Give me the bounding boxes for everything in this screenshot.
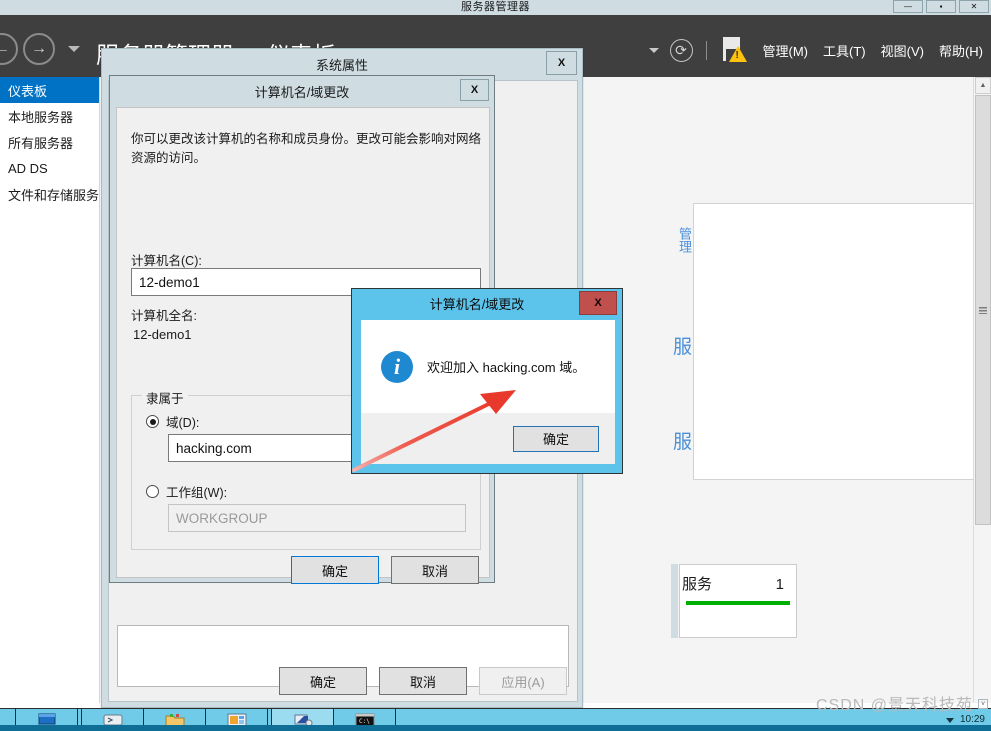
vertical-scrollbar[interactable]: ▲ [973, 77, 991, 703]
computer-name-description: 你可以更改该计算机的名称和成员身份。更改可能会影响对网络资源的访问。 [131, 132, 482, 166]
member-of-legend: 隶属于 [142, 388, 188, 407]
message-box-text: 欢迎加入 hacking.com 域。 [427, 360, 586, 375]
scrollbar-thumb[interactable] [975, 95, 991, 525]
sidebar-item-label: 仪表板 [8, 83, 48, 99]
dashboard-panel: 隐藏 [693, 203, 991, 480]
sidebar-item-all-servers[interactable]: 所有服务器 [0, 129, 99, 155]
sidebar-item-file-storage-services[interactable]: 文件和存储服务 [0, 181, 99, 207]
menu-view[interactable]: 视图(V) [881, 41, 924, 60]
window-controls: — ▪ ✕ [893, 0, 989, 15]
sidebar: 仪表板 本地服务器 所有服务器 AD DS 文件和存储服务 [0, 77, 100, 703]
flag-warning-icon[interactable]: ! [720, 37, 748, 63]
menu-manage[interactable]: 管理(M) [763, 41, 809, 60]
back-icon[interactable]: ← [0, 33, 18, 65]
workgroup-radio-icon[interactable] [146, 485, 159, 498]
scrollbar-grip-icon [979, 306, 987, 314]
radio-selected-dot [149, 418, 156, 425]
domain-radio-icon[interactable] [146, 415, 159, 428]
navigation-controls: ← → [0, 33, 80, 65]
message-box-ok-button[interactable]: 确定 [513, 425, 599, 452]
tray-expand-icon[interactable] [945, 717, 954, 723]
screen: 服务器管理器 — ▪ ✕ ← → 服务器管理器 › 仪表板 ⟳ ! [0, 0, 991, 731]
system-properties-cancel-button[interactable]: 取消 [379, 667, 467, 695]
computer-name-dialog-button-row: 确定 取消 [117, 556, 491, 584]
workgroup-radio-row[interactable]: 工作组(W): [146, 482, 227, 501]
taskbar-clock[interactable]: 10:29 [960, 714, 985, 726]
domain-radio-label: 域(D): [166, 416, 200, 430]
svg-text:C:\: C:\ [359, 718, 370, 725]
message-box-title-bar: 计算机名/域更改 X [352, 289, 622, 317]
computer-name-dialog-title: 计算机名/域更改 [254, 84, 350, 100]
computer-name-cancel-button[interactable]: 取消 [391, 556, 479, 584]
message-box-title: 计算机名/域更改 [429, 296, 525, 312]
sidebar-item-label: 所有服务器 [8, 135, 74, 151]
sidebar-item-label: 文件和存储服务 [8, 187, 100, 203]
full-computer-name-label: 计算机全名: [131, 309, 197, 323]
workgroup-input: WORKGROUP [168, 504, 466, 532]
computer-name-field-label: 计算机名(C): [131, 254, 202, 268]
computer-name-dialog-title-bar: 计算机名/域更改 X [110, 76, 494, 106]
welcome-message-box: 计算机名/域更改 X i 欢迎加入 hacking.com 域。 确定 [351, 288, 623, 474]
maximize-button[interactable]: ▪ [926, 0, 956, 13]
scroll-up-icon[interactable]: ▲ [975, 77, 991, 94]
toolbar-divider [705, 40, 707, 60]
watermark: CSDN @景天科技苑 [815, 697, 973, 714]
message-box-close-button[interactable]: X [579, 291, 617, 315]
tile-services[interactable]: 服务 1 [679, 564, 797, 638]
menu-tools[interactable]: 工具(T) [823, 41, 866, 60]
full-computer-name-value: 12-demo1 [133, 327, 192, 342]
system-properties-close-button[interactable]: X [546, 51, 577, 75]
sidebar-item-local-server[interactable]: 本地服务器 [0, 103, 99, 129]
workgroup-radio-label: 工作组(W): [166, 486, 228, 500]
header-toolbar: ⟳ ! 管理(M) 工具(T) 视图(V) 帮助(H) [648, 37, 983, 63]
message-box-footer: 确定 [361, 413, 615, 464]
system-properties-button-row: 确定 取消 应用(A) [109, 667, 579, 695]
close-button[interactable]: ✕ [959, 0, 989, 13]
domain-radio-row[interactable]: 域(D): [146, 412, 199, 431]
tile-header-row: 服务 1 [680, 565, 796, 594]
sidebar-item-dashboard[interactable]: 仪表板 [0, 77, 99, 103]
nav-dropdown-caret-icon[interactable] [68, 46, 80, 52]
info-icon: i [381, 350, 413, 383]
sidebar-item-ad-ds[interactable]: AD DS [0, 155, 99, 181]
sidebar-item-label: 本地服务器 [8, 109, 74, 125]
header-caret-icon[interactable] [648, 47, 659, 53]
tile-label: 服务 [682, 576, 713, 593]
system-properties-apply-button: 应用(A) [479, 667, 567, 695]
message-box-body: i 欢迎加入 hacking.com 域。 [361, 320, 615, 413]
computer-name-dialog-close-button[interactable]: X [460, 79, 489, 101]
watermark-caret-icon: ˅ [978, 699, 988, 709]
forward-icon[interactable]: → [23, 33, 55, 65]
menu-help[interactable]: 帮助(H) [939, 41, 983, 60]
tile-status-bar [686, 601, 790, 605]
app-title-bar: 服务器管理器 — ▪ ✕ [0, 0, 991, 15]
tile-count: 1 [775, 576, 784, 593]
system-properties-title: 系统属性 [315, 57, 368, 73]
app-title: 服务器管理器 [461, 1, 530, 13]
minimize-button[interactable]: — [893, 0, 923, 13]
tile-accent-strip [671, 564, 678, 638]
sidebar-item-label: AD DS [8, 160, 48, 176]
computer-name-ok-button[interactable]: 确定 [291, 556, 379, 584]
refresh-icon[interactable]: ⟳ [669, 38, 693, 62]
warning-exclamation: ! [735, 50, 739, 61]
background-link-manage[interactable]: 管理 [675, 227, 694, 253]
taskbar-bottom-strip [0, 725, 991, 731]
system-properties-ok-button[interactable]: 确定 [279, 667, 367, 695]
